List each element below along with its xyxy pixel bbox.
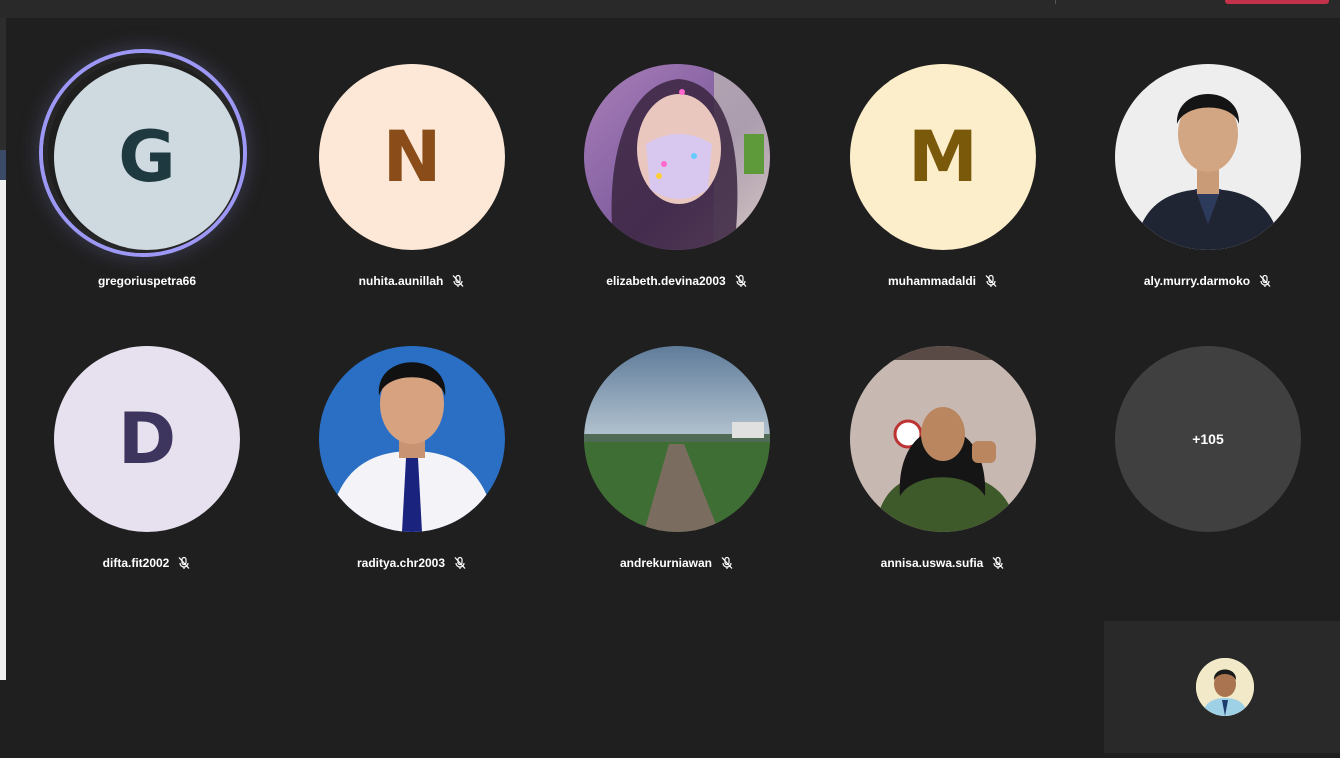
self-avatar — [1196, 658, 1254, 716]
participant-name: andrekurniawan — [619, 556, 713, 570]
meeting-stage: G gregoriuspetra66 N nuhita.aunillah eli… — [0, 0, 1340, 758]
mic-off-icon — [454, 556, 466, 569]
mic-off-icon — [721, 556, 733, 569]
participant-name: nuhita.aunillah — [358, 274, 444, 288]
mic-off-icon — [985, 274, 997, 287]
participant-tile-nuhita-aunillah[interactable]: N nuhita.aunillah — [317, 62, 507, 312]
avatar-initial: M — [908, 116, 978, 198]
more-participants-button[interactable]: +105 — [1115, 346, 1301, 532]
participant-name: muhammadaldi — [887, 274, 977, 288]
participant-name: raditya.chr2003 — [356, 556, 446, 570]
avatar-initial: G — [118, 116, 176, 198]
meeting-top-bar — [0, 0, 1340, 18]
participant-name: gregoriuspetra66 — [97, 274, 197, 288]
man-blue-background-photo — [319, 346, 505, 532]
avatar-initial: N — [382, 116, 442, 198]
participant-name: difta.fit2002 — [102, 556, 170, 570]
avatar: N — [319, 64, 505, 250]
participant-tile-muhammadaldi[interactable]: M muhammadaldi — [848, 62, 1038, 312]
mic-off-icon — [178, 556, 190, 569]
woman-hijab-thumbs-up-photo — [850, 346, 1036, 532]
avatar: G — [54, 64, 240, 250]
participant-tile-annisa-uswa-sufia[interactable]: annisa.uswa.sufia — [848, 344, 1038, 594]
toolbar-divider — [1055, 0, 1056, 4]
participant-name: elizabeth.devina2003 — [606, 274, 726, 288]
mic-off-icon — [992, 556, 1004, 569]
participant-tile-aly-murry-darmoko[interactable]: aly.murry.darmoko — [1113, 62, 1303, 312]
more-participants-count: +105 — [1192, 431, 1224, 447]
masked-person-photo — [584, 64, 770, 250]
avatar-initial: D — [117, 398, 177, 480]
participant-tile-gregoriuspetra66[interactable]: G gregoriuspetra66 — [39, 49, 247, 312]
rice-field-path-photo — [584, 346, 770, 532]
background-app-edge — [0, 18, 6, 758]
participant-name: aly.murry.darmoko — [1143, 274, 1251, 288]
mic-off-icon — [1259, 274, 1271, 287]
self-view-panel[interactable] — [1104, 621, 1340, 753]
mic-off-icon — [452, 274, 464, 287]
participant-tile-andrekurniawan[interactable]: andrekurniawan — [582, 344, 772, 594]
more-participants-tile[interactable]: +105 — [1113, 344, 1303, 594]
avatar: M — [850, 64, 1036, 250]
participant-tile-difta-fit2002[interactable]: D difta.fit2002 — [52, 344, 242, 594]
participant-tile-elizabeth-devina2003[interactable]: elizabeth.devina2003 — [582, 62, 772, 312]
participant-name: annisa.uswa.sufia — [880, 556, 984, 570]
avatar: D — [54, 346, 240, 532]
leave-button[interactable] — [1225, 0, 1329, 4]
man-dark-shirt-photo — [1115, 64, 1301, 250]
participant-tile-raditya-chr2003[interactable]: raditya.chr2003 — [317, 344, 507, 594]
mic-off-icon — [735, 274, 747, 287]
